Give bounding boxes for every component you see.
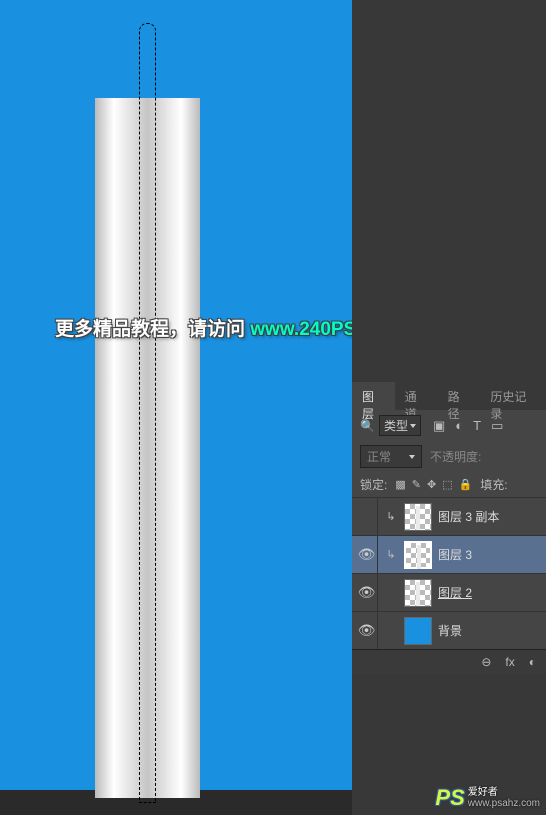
layer-name[interactable]: 图层 3 副本: [438, 508, 499, 525]
tab-channels[interactable]: 通道: [395, 382, 438, 410]
visibility-toggle[interactable]: [356, 498, 378, 535]
lock-row: 锁定: ▩ ✎ ✥ ⬚ 🔒 填充:: [352, 472, 546, 497]
clip-indicator-icon: ↳: [384, 548, 398, 561]
layer-row[interactable]: 👁 ↳ 图层 3: [352, 535, 546, 573]
layer-thumbnail[interactable]: [404, 617, 432, 645]
fill-label: 填充:: [480, 476, 507, 493]
filter-adjust-icon[interactable]: ◐: [455, 418, 463, 434]
site-watermark: PS 爱好者 www.psahz.com: [435, 785, 540, 811]
layers-panel: 图层 通道 路径 历史记录 🔍 类型 ▣ ◐ T ▭ 正常 不透明度:: [352, 382, 546, 674]
right-dark-panel: 图层 通道 路径 历史记录 🔍 类型 ▣ ◐ T ▭ 正常 不透明度:: [352, 0, 546, 815]
lock-position-icon[interactable]: ✥: [427, 478, 436, 491]
blend-mode-value: 正常: [367, 448, 391, 465]
layer-thumbnail[interactable]: [404, 541, 432, 569]
blend-row: 正常 不透明度:: [352, 441, 546, 472]
layer-row[interactable]: 👁 背景: [352, 611, 546, 649]
search-icon: 🔍: [360, 419, 375, 433]
watermark-cn: 爱好者: [468, 787, 540, 798]
lock-all-icon[interactable]: 🔒: [459, 478, 473, 491]
filter-text-icon[interactable]: T: [473, 418, 481, 434]
visibility-toggle[interactable]: 👁: [356, 536, 378, 573]
filter-image-icon[interactable]: ▣: [433, 418, 445, 434]
filter-type-icons: ▣ ◐ T ▭: [433, 418, 503, 434]
opacity-label: 不透明度:: [430, 448, 481, 465]
layer-fx-icon[interactable]: fx: [505, 655, 514, 669]
layer-row[interactable]: ↳ 图层 3 副本: [352, 497, 546, 535]
watermark-prefix: 更多精品教程，请访问: [55, 319, 250, 340]
tab-history[interactable]: 历史记录: [480, 382, 546, 410]
layer-name[interactable]: 图层 3: [438, 546, 472, 563]
layer-thumbnail[interactable]: [404, 579, 432, 607]
lock-label: 锁定:: [360, 476, 387, 493]
lock-pixels-icon[interactable]: ✎: [412, 478, 421, 491]
tab-layers[interactable]: 图层: [352, 382, 395, 410]
kind-dropdown[interactable]: 🔍 类型: [360, 415, 421, 436]
clip-indicator-icon: ↳: [384, 510, 398, 523]
ps-logo: PS: [435, 785, 464, 811]
filter-shape-icon[interactable]: ▭: [491, 418, 503, 434]
chevron-down-icon: [410, 424, 416, 428]
visibility-toggle[interactable]: 👁: [356, 612, 378, 649]
layer-name[interactable]: 背景: [438, 622, 462, 639]
chevron-down-icon: [409, 455, 415, 459]
lock-artboard-icon[interactable]: ⬚: [442, 478, 452, 491]
link-layers-icon[interactable]: ⊖: [481, 655, 491, 669]
selection-marquee: [139, 23, 156, 803]
panel-footer: ⊖ fx ◐: [352, 649, 546, 674]
lock-icons: ▩ ✎ ✥ ⬚ 🔒: [395, 478, 472, 491]
blend-mode-dropdown[interactable]: 正常: [360, 445, 422, 468]
layers-list: ↳ 图层 3 副本 👁 ↳ 图层 3 👁 图层 2 👁 背景: [352, 497, 546, 649]
kind-label: 类型: [384, 417, 408, 434]
layer-name[interactable]: 图层 2: [438, 584, 472, 601]
panel-tabs: 图层 通道 路径 历史记录: [352, 382, 546, 410]
watermark-text: 更多精品教程，请访问 www.240PS.com: [55, 314, 401, 341]
layer-row[interactable]: 👁 图层 2: [352, 573, 546, 611]
layer-thumbnail[interactable]: [404, 503, 432, 531]
layer-mask-icon[interactable]: ◐: [529, 655, 536, 669]
watermark-domain: www.psahz.com: [468, 798, 540, 809]
lock-transparency-icon[interactable]: ▩: [395, 478, 405, 491]
canvas-area[interactable]: [0, 0, 352, 790]
visibility-toggle[interactable]: 👁: [356, 574, 378, 611]
tab-paths[interactable]: 路径: [438, 382, 481, 410]
